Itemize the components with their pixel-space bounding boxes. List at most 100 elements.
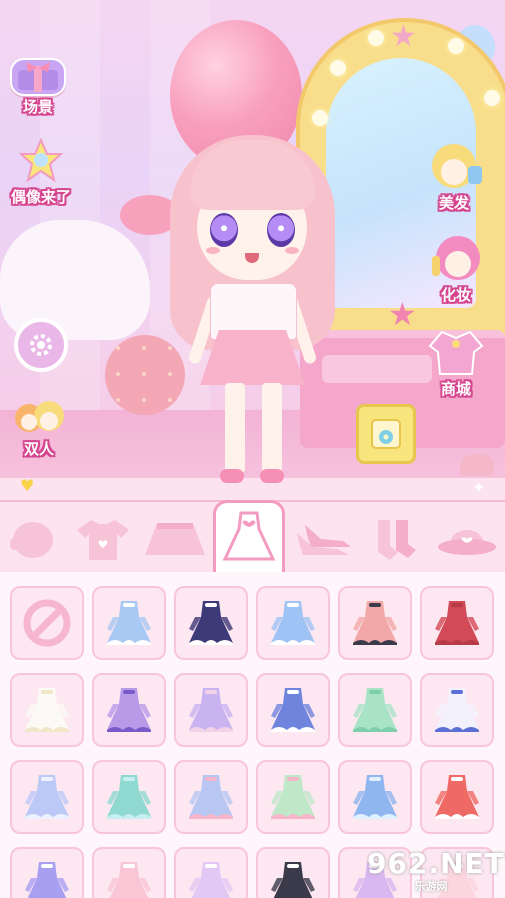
clothing-item[interactable] [256, 760, 330, 834]
clothing-item[interactable] [92, 760, 166, 834]
clothing-item-none[interactable] [10, 586, 84, 660]
clothing-item[interactable] [10, 847, 84, 898]
clothing-item[interactable] [174, 586, 248, 660]
two-girls-icon [9, 398, 69, 438]
face-icon [10, 522, 53, 558]
clothing-item[interactable] [92, 586, 166, 660]
dress-icon [189, 862, 233, 898]
clothing-item[interactable] [10, 760, 84, 834]
watermark-subtitle: 乐游网 [414, 880, 448, 893]
clothing-item[interactable] [420, 586, 494, 660]
dress-icon [189, 775, 233, 819]
clothing-item[interactable] [174, 760, 248, 834]
makeup-label: 化妆 [440, 286, 471, 304]
dress-icon [271, 862, 315, 898]
clothing-item[interactable] [256, 586, 330, 660]
shop-button[interactable]: 商城 [416, 326, 496, 398]
scene-button[interactable]: 场景 [6, 58, 70, 116]
watermark-logo: 962.NET [367, 847, 505, 880]
hat-icon [438, 530, 496, 555]
tab-skirt[interactable] [142, 510, 208, 568]
character-eye-left [210, 213, 238, 247]
gear-icon [14, 318, 68, 372]
shop-label: 商城 [440, 380, 471, 398]
skirt-icon [145, 523, 205, 555]
dress-icon [107, 862, 151, 898]
clothing-item[interactable] [256, 673, 330, 747]
dress-icon [107, 601, 151, 645]
mirror-bulb [448, 38, 464, 54]
clothing-item[interactable] [256, 847, 330, 898]
scene-label: 场景 [22, 98, 53, 116]
tab-dress[interactable] [213, 500, 285, 573]
floppy-disk-icon [371, 419, 401, 449]
dress-icon [353, 775, 397, 819]
socks-icon [378, 520, 416, 560]
character-shoe [220, 469, 244, 483]
character-leg [225, 383, 245, 473]
character-cheek [285, 247, 299, 254]
tab-top[interactable] [70, 510, 136, 568]
shirt-icon [77, 520, 129, 560]
gift-box-icon [10, 58, 66, 96]
duo-label: 双人 [23, 440, 54, 458]
hair-salon-icon [424, 140, 484, 192]
star-badge-icon [18, 137, 64, 186]
character-leg [262, 383, 282, 473]
clothing-item[interactable] [92, 673, 166, 747]
mirror-bulb [484, 90, 500, 106]
dress-icon [222, 511, 276, 561]
mirror-bulb [330, 60, 346, 76]
no-sign-icon [23, 599, 71, 647]
dress-icon [435, 688, 479, 732]
dress-icon [353, 601, 397, 645]
dress-icon [189, 688, 233, 732]
dress-icon [25, 688, 69, 732]
clothing-item[interactable] [420, 760, 494, 834]
tab-face[interactable] [0, 510, 66, 568]
dress-icon [435, 601, 479, 645]
mirror-bulb [368, 30, 384, 46]
dress-icon [353, 688, 397, 732]
dress-icon [271, 775, 315, 819]
sparkle-icon: ✦ [472, 478, 486, 497]
clothing-item[interactable] [338, 760, 412, 834]
clothing-item[interactable] [10, 673, 84, 747]
tab-shoes[interactable] [290, 510, 356, 568]
clothing-item[interactable] [420, 673, 494, 747]
dress-icon [271, 601, 315, 645]
heart-icon: ♥ [20, 476, 35, 495]
clothing-item[interactable] [338, 673, 412, 747]
dressup-scene: ★ ★ 场景 偶像来了 双人 美发 化妆 商城 ♥ ✦ [0, 0, 505, 500]
dress-icon [271, 688, 315, 732]
hair-button[interactable]: 美发 [412, 140, 496, 212]
dress-icon [107, 775, 151, 819]
duo-button[interactable]: 双人 [6, 398, 72, 458]
idol-button[interactable]: 偶像来了 [0, 137, 82, 206]
save-button[interactable] [356, 404, 416, 464]
hair-label: 美发 [438, 194, 469, 212]
jacket-icon [426, 326, 486, 378]
clothing-item[interactable] [174, 673, 248, 747]
makeup-icon [426, 232, 486, 284]
dress-icon [435, 775, 479, 819]
dress-icon [189, 601, 233, 645]
clothing-item[interactable] [174, 847, 248, 898]
clothing-item[interactable] [338, 586, 412, 660]
category-tab-bar [0, 500, 505, 574]
undo-pill-button[interactable] [460, 454, 494, 476]
star-icon: ★ [388, 295, 417, 333]
tab-socks[interactable] [362, 510, 428, 568]
dress-icon [25, 775, 69, 819]
character-shoe [260, 469, 284, 483]
character-cheek [206, 247, 220, 254]
idol-label: 偶像来了 [10, 188, 71, 206]
character-eye-right [267, 213, 295, 247]
dress-icon [107, 688, 151, 732]
makeup-button[interactable]: 化妆 [416, 232, 496, 304]
clothing-item[interactable] [92, 847, 166, 898]
settings-button[interactable] [14, 318, 68, 372]
tab-hat[interactable] [434, 510, 500, 568]
dress-icon [25, 862, 69, 898]
character-doll[interactable] [170, 135, 335, 495]
